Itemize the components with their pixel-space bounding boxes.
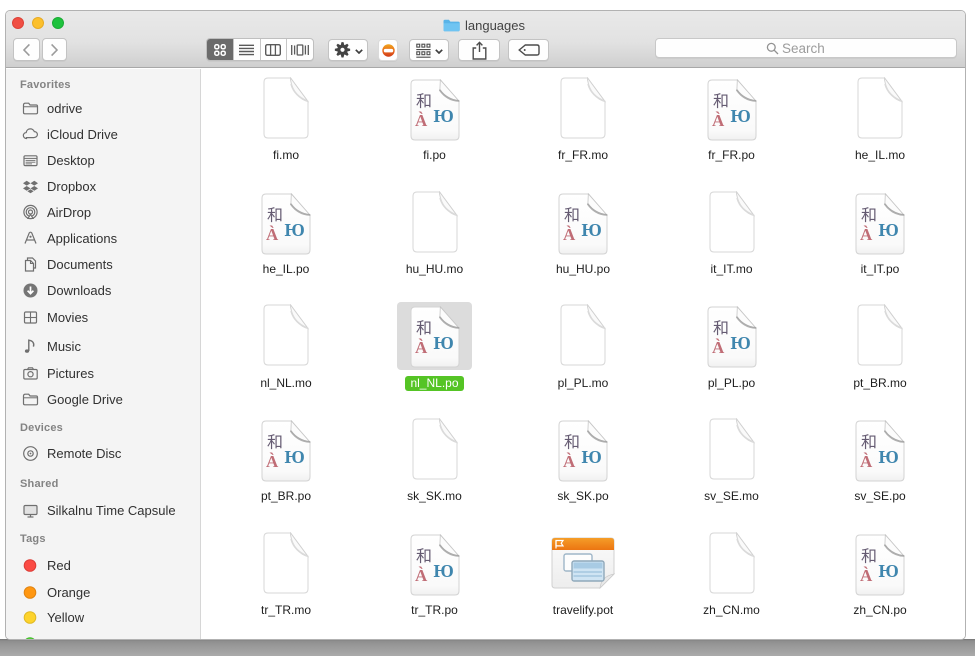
svg-text:Ю: Ю (433, 333, 453, 353)
svg-text:和: 和 (416, 320, 432, 338)
svg-text:À: À (712, 111, 725, 130)
svg-text:À: À (266, 225, 279, 244)
svg-text:À: À (266, 452, 279, 471)
svg-text:Ю: Ю (285, 447, 305, 467)
svg-text:和: 和 (861, 548, 877, 566)
svg-text:和: 和 (713, 93, 729, 111)
svg-text:Ю: Ю (582, 220, 602, 240)
svg-text:Ю: Ю (879, 447, 899, 467)
svg-text:和: 和 (861, 207, 877, 225)
svg-text:À: À (712, 338, 725, 357)
svg-text:À: À (563, 225, 576, 244)
svg-text:和: 和 (564, 207, 580, 225)
svg-text:Ю: Ю (879, 220, 899, 240)
svg-text:À: À (415, 338, 428, 357)
svg-text:和: 和 (713, 320, 729, 338)
svg-text:和: 和 (267, 207, 283, 225)
svg-text:Ю: Ю (879, 561, 899, 581)
svg-text:À: À (415, 111, 428, 130)
svg-text:À: À (860, 225, 873, 244)
svg-text:À: À (415, 566, 428, 585)
svg-text:À: À (563, 452, 576, 471)
svg-text:和: 和 (416, 93, 432, 111)
svg-text:Ю: Ю (582, 447, 602, 467)
svg-text:和: 和 (416, 548, 432, 566)
svg-text:Ю: Ю (730, 106, 750, 126)
svg-text:Ю: Ю (433, 106, 453, 126)
svg-text:Ю: Ю (285, 220, 305, 240)
svg-text:Ю: Ю (433, 561, 453, 581)
svg-text:Ю: Ю (730, 333, 750, 353)
svg-text:和: 和 (267, 434, 283, 452)
svg-text:À: À (860, 566, 873, 585)
svg-text:和: 和 (861, 434, 877, 452)
svg-text:和: 和 (564, 434, 580, 452)
svg-text:À: À (860, 452, 873, 471)
